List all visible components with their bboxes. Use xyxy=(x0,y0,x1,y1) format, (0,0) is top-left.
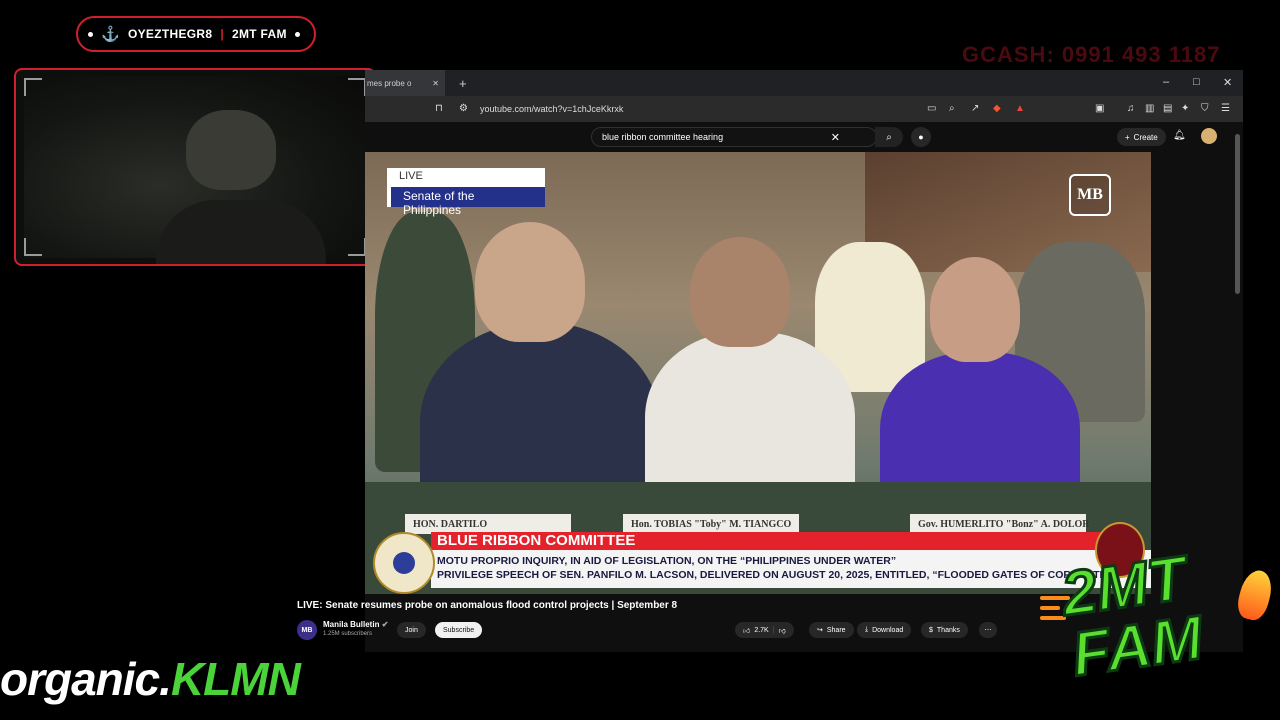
wallet-icon[interactable]: ▤ xyxy=(1163,103,1172,114)
flame-icon xyxy=(1234,566,1276,624)
live-bug: LIVE Senate of the Philippines xyxy=(387,168,545,217)
page-scrollbar[interactable] xyxy=(1235,134,1240,294)
group-name: 2MT FAM xyxy=(232,27,287,41)
notifications-bell-icon[interactable]: 🔔︎ xyxy=(1173,130,1186,141)
webcam-feed xyxy=(14,68,376,266)
2mt-fam-logo: 2MT FAM xyxy=(1040,542,1280,720)
download-label: Download xyxy=(872,626,904,634)
sidebar-icon[interactable]: ▥ xyxy=(1145,103,1154,114)
bookmark-icon[interactable]: ⊓ xyxy=(435,103,443,114)
thanks-label: Thanks xyxy=(936,626,960,634)
streamer-name-pill: ⚓ OYEZTHEGR8 | 2MT FAM xyxy=(76,16,316,52)
gcash-number: GCASH: 0991 493 1187 xyxy=(962,42,1221,67)
maximize-button[interactable]: □ xyxy=(1193,76,1200,88)
video-person-head xyxy=(690,237,790,347)
channel-avatar[interactable]: MB xyxy=(297,620,317,640)
join-button[interactable]: Join xyxy=(397,622,426,638)
like-divider: | xyxy=(772,626,775,634)
clear-search-icon[interactable]: ✕ xyxy=(831,131,840,144)
search-button[interactable]: ⌕ xyxy=(875,127,903,147)
search-icon: ⌕ xyxy=(886,131,892,143)
vpn-icon[interactable]: ⛉ xyxy=(1201,103,1209,114)
site-info-icon[interactable]: ⚙ xyxy=(459,103,468,114)
account-avatar[interactable] xyxy=(1201,128,1217,144)
subscriber-count: 1.25M subscribers xyxy=(323,631,373,637)
streamer-name: OYEZTHEGR8 xyxy=(127,27,213,41)
address-bar: ⊓ ⚙ youtube.com/watch?v=1chJceKkrxk ▭ ⌕ … xyxy=(365,96,1243,122)
fam-logo-line2: FAM xyxy=(1066,602,1208,692)
video-person-head xyxy=(475,222,585,342)
share-label: Share xyxy=(826,626,846,634)
url-field[interactable]: youtube.com/watch?v=1chJceKkrxk xyxy=(480,104,623,114)
tab-title: mes probe o xyxy=(367,78,412,88)
create-button[interactable]: + Create xyxy=(1117,128,1166,146)
name-separator: | xyxy=(220,27,225,41)
download-button[interactable]: ⤓ Download xyxy=(857,622,912,638)
organic-klmn-logo: organic.KLMN xyxy=(0,652,301,706)
pill-dot-right xyxy=(294,31,300,37)
voice-search-button[interactable]: ● xyxy=(911,127,931,147)
search-query: blue ribbon committee hearing xyxy=(602,132,724,142)
more-actions-button[interactable]: ⋯ xyxy=(979,622,997,638)
brave-shield-icon[interactable]: ◆ xyxy=(993,103,1001,114)
tab-search-icon[interactable]: ▣ xyxy=(1095,103,1104,114)
anchor-icon: ⚓ xyxy=(101,26,120,43)
subscribe-button[interactable]: Subscribe xyxy=(435,622,483,638)
create-label: Create xyxy=(1133,132,1158,142)
frame-corner xyxy=(24,78,42,96)
organic-logo-part1: organic. xyxy=(0,653,172,705)
verified-icon: ✔ xyxy=(381,620,389,629)
frame-corner xyxy=(24,238,42,256)
thanks-button[interactable]: $ Thanks xyxy=(921,622,968,638)
share-button[interactable]: ↪ Share xyxy=(809,622,854,638)
like-count: 2.7K xyxy=(754,626,769,634)
lower-third-title: BLUE RIBBON COMMITTEE xyxy=(431,532,1113,550)
zoom-icon[interactable]: ⌕ xyxy=(949,103,955,114)
new-tab-icon[interactable]: + xyxy=(459,76,467,91)
mic-icon: ● xyxy=(918,132,924,142)
youtube-header: blue ribbon committee hearing ✕ ⌕ ● + Cr… xyxy=(365,122,1243,152)
frame-corner xyxy=(348,78,366,96)
thumbs-down-icon[interactable]: 👎︎ xyxy=(779,626,786,635)
brave-rewards-icon[interactable]: ▲ xyxy=(1015,103,1025,114)
video-title: LIVE: Senate resumes probe on anomalous … xyxy=(297,600,678,611)
mb-watermark: MB xyxy=(1069,174,1111,216)
search-input[interactable]: blue ribbon committee hearing ✕ xyxy=(591,127,877,147)
tab-close-icon[interactable]: ✕ xyxy=(432,79,439,88)
cast-icon[interactable]: ▭ xyxy=(927,103,936,114)
download-icon: ⤓ xyxy=(865,626,869,633)
channel-name[interactable]: Manila Bulletin ✔ xyxy=(323,620,388,629)
source-label: Senate of the Philippines xyxy=(387,187,545,217)
organic-logo-part2: KLMN xyxy=(170,653,301,705)
like-button[interactable]: 👍︎ 2.7K | 👎︎ xyxy=(735,622,794,638)
pill-dot-left xyxy=(88,31,93,37)
close-window-button[interactable]: ✕ xyxy=(1223,76,1232,89)
live-label: LIVE xyxy=(387,168,545,187)
video-player[interactable]: HON. DARTILO Hon. TOBIAS "Toby" M. TIANG… xyxy=(365,152,1151,594)
streamer-face xyxy=(186,110,276,190)
thanks-icon: $ xyxy=(929,626,933,634)
video-person-head xyxy=(930,257,1020,362)
tab-bar: mes probe o ✕ + – □ ✕ xyxy=(365,70,1243,96)
thumbs-up-icon: 👍︎ xyxy=(743,627,751,635)
channel-name-text: Manila Bulletin xyxy=(323,620,380,629)
share-icon: ↪ xyxy=(817,627,823,634)
share-page-icon[interactable]: ↗ xyxy=(971,103,979,114)
senate-seal-icon xyxy=(373,532,435,594)
minimize-button[interactable]: – xyxy=(1163,76,1169,88)
music-icon[interactable]: ♫ xyxy=(1127,103,1135,114)
lower-third: BLUE RIBBON COMMITTEE MOTU PROPRIO INQUI… xyxy=(365,522,1151,594)
menu-icon[interactable]: ☰ xyxy=(1221,103,1230,114)
browser-tab[interactable]: mes probe o ✕ xyxy=(365,70,445,96)
plus-icon: + xyxy=(1125,132,1130,142)
leo-ai-icon[interactable]: ✦ xyxy=(1181,103,1189,114)
frame-corner xyxy=(348,238,366,256)
